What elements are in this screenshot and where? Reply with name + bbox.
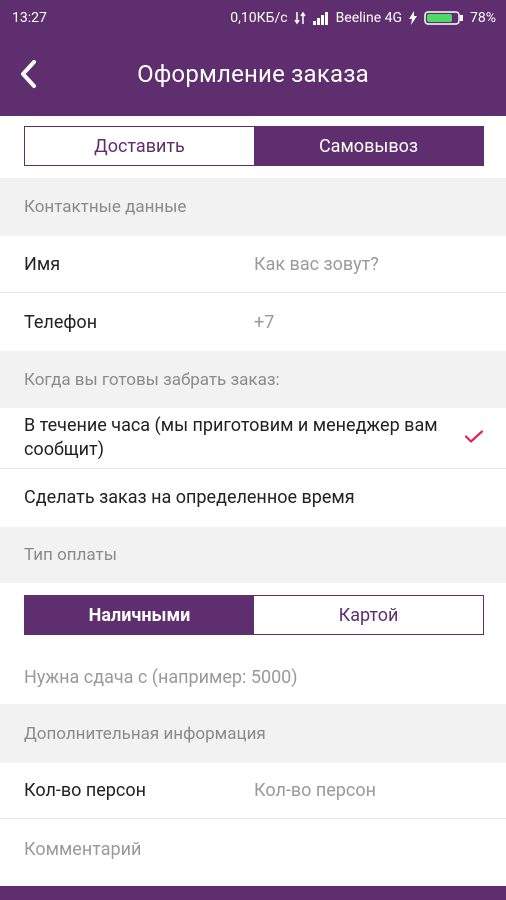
persons-row[interactable]: Кол-во персон Кол-во персон	[0, 763, 506, 819]
page-title: Оформление заказа	[137, 60, 369, 88]
payment-toggle: Наличными Картой	[24, 595, 484, 635]
status-time: 13:27	[12, 10, 47, 26]
phone-input[interactable]: +7	[254, 312, 274, 333]
delivery-option-deliver[interactable]: Доставить	[25, 127, 254, 165]
checkmark-icon	[464, 428, 484, 449]
phone-label: Телефон	[24, 311, 98, 333]
charging-icon	[408, 11, 418, 25]
section-pickup-time: Когда вы готовы забрать заказ:	[0, 351, 506, 408]
phone-row[interactable]: Телефон +7	[0, 293, 506, 351]
section-extra-info: Дополнительная информация	[0, 704, 506, 763]
data-transfer-icon	[293, 11, 306, 25]
pickup-option-within-hour[interactable]: В течение часа (мы приготовим и менеджер…	[0, 408, 506, 469]
status-right: 0,10КБ/с Beeline 4G 78%	[230, 10, 496, 26]
pickup-option-label: Сделать заказ на определенное время	[24, 487, 355, 508]
pickup-option-label: В течение часа (мы приготовим и менеджер…	[24, 415, 438, 460]
delivery-toggle: Доставить Самовывоз	[24, 126, 484, 166]
signal-icon	[312, 11, 330, 25]
network-speed: 0,10КБ/с	[230, 10, 288, 26]
bottom-action-bar[interactable]	[0, 886, 506, 900]
battery-percent: 78%	[470, 10, 496, 26]
section-payment: Тип оплаты	[0, 527, 506, 583]
name-input[interactable]: Как вас зовут?	[254, 254, 379, 275]
comment-row[interactable]: Комментарий	[0, 819, 506, 879]
payment-option-cash[interactable]: Наличными	[25, 596, 254, 634]
status-bar: 13:27 0,10КБ/с Beeline 4G 78%	[0, 0, 506, 36]
name-row[interactable]: Имя Как вас зовут?	[0, 236, 506, 293]
section-contact: Контактные данные	[0, 178, 506, 236]
delivery-option-pickup[interactable]: Самовывоз	[254, 127, 483, 165]
name-label: Имя	[24, 253, 61, 275]
pickup-option-specific-time[interactable]: Сделать заказ на определенное время	[0, 469, 506, 527]
persons-label: Кол-во персон	[24, 780, 146, 801]
comment-input[interactable]: Комментарий	[24, 839, 141, 860]
payment-option-card[interactable]: Картой	[254, 596, 483, 634]
carrier-name: Beeline 4G	[335, 10, 402, 26]
battery-icon	[424, 10, 464, 26]
persons-input[interactable]: Кол-во персон	[254, 780, 376, 801]
order-form: Доставить Самовывоз Контактные данные Им…	[0, 116, 506, 886]
app-bar: Оформление заказа	[0, 36, 506, 116]
change-amount-input[interactable]: Нужна сдача с (например: 5000)	[24, 667, 298, 688]
